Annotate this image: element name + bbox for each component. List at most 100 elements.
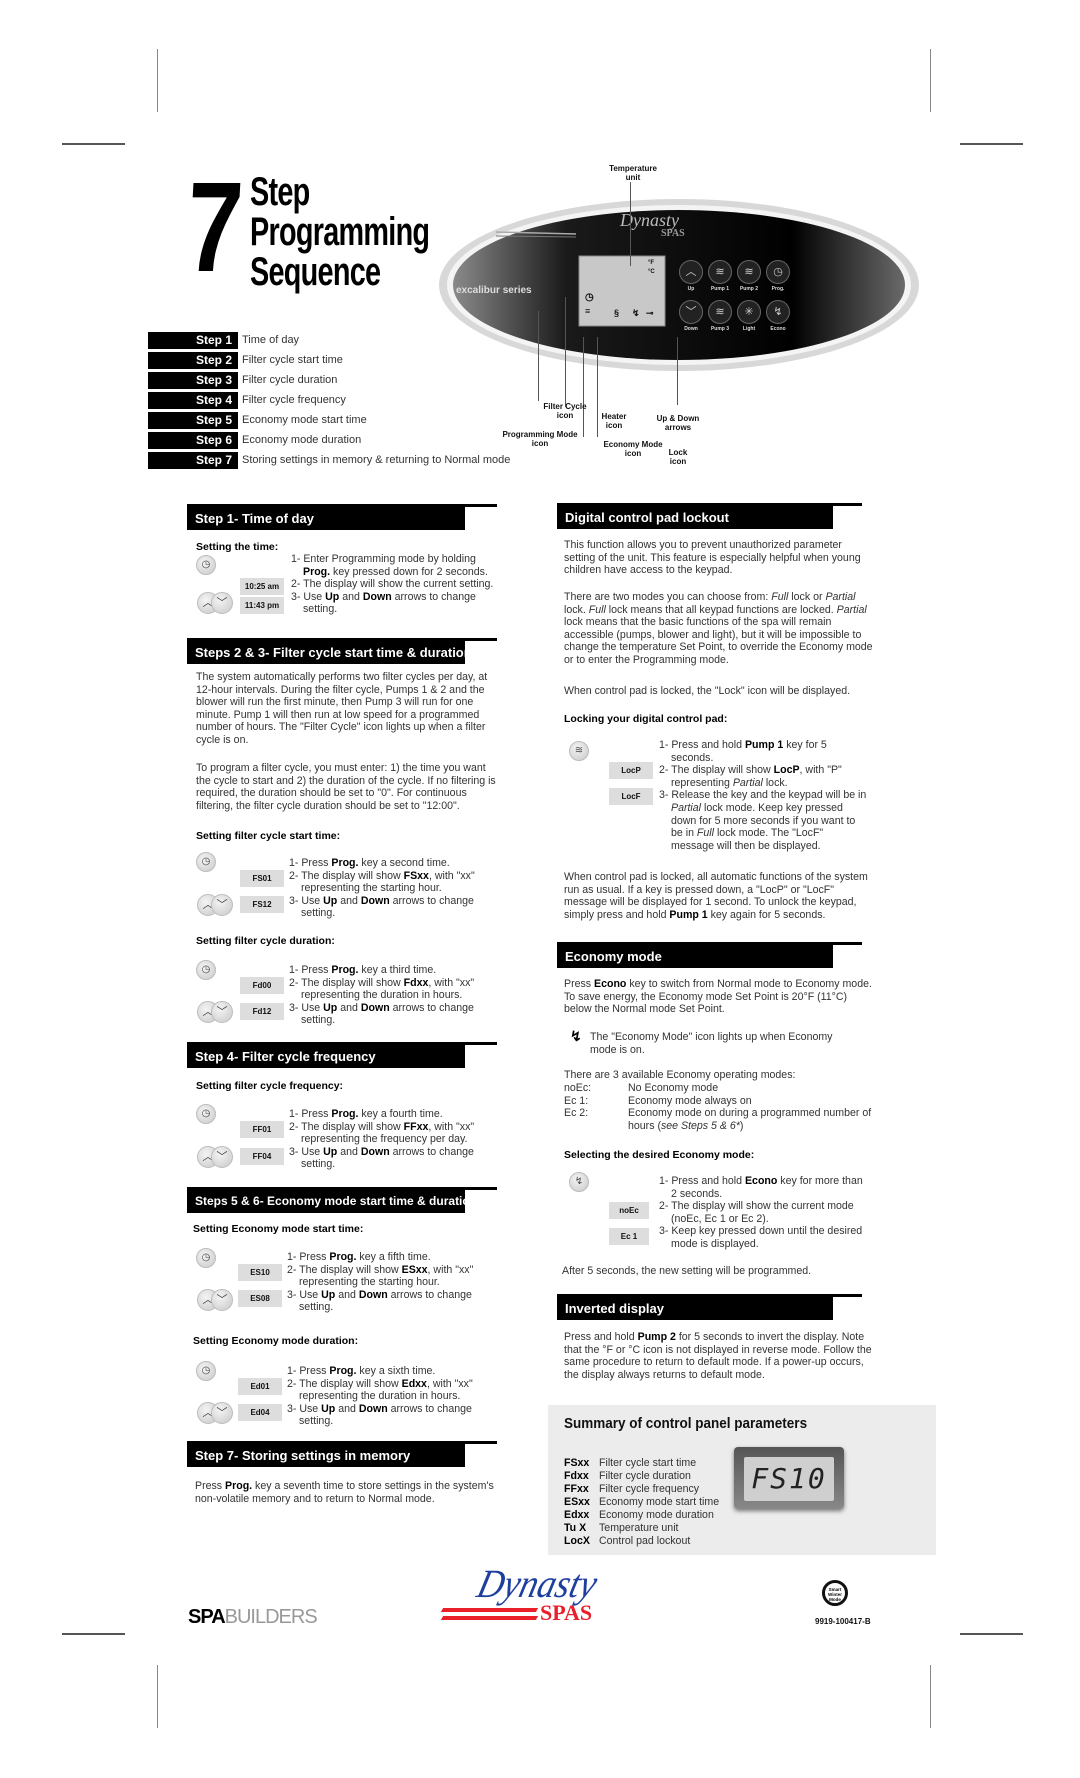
param-desc: Economy mode start time: [599, 1496, 720, 1508]
instruction-step: 2- The display will show Fdxx, with "xx"…: [289, 976, 475, 1002]
panel-button-econo[interactable]: ↯ Econo: [766, 300, 790, 332]
paragraph: After 5 seconds, the new setting will be…: [562, 1265, 812, 1277]
panel-button-pump-1[interactable]: ≋ Pump 1: [708, 260, 732, 292]
instruction-step: 3- Keep key pressed down until the desir…: [659, 1225, 863, 1250]
section-title: Steps 2 & 3- Filter cycle start time & d…: [187, 641, 472, 664]
display-chip: FS12: [240, 896, 284, 913]
summary-title: Summary of control panel parameters: [564, 1415, 808, 1432]
instructions: 1- Press Prog. key a second time. 2- The …: [289, 857, 499, 920]
step-desc: Filter cycle duration: [242, 374, 338, 386]
instruction-step: 3- Use Up and Down arrows to change sett…: [289, 894, 474, 920]
instruction-step: 2- The display will show ESxx, with "xx"…: [287, 1263, 474, 1289]
crop-mark: [960, 143, 1023, 145]
param-code: ESxx: [564, 1496, 590, 1508]
instruction-step: 2- The display will show Edxx, with "xx"…: [287, 1377, 473, 1403]
subhead: Setting the time:: [196, 541, 279, 553]
panel-button-down[interactable]: ﹀ Down: [679, 300, 703, 332]
param-code: FFxx: [564, 1483, 589, 1495]
callout-heater: Heater icon: [601, 412, 627, 430]
economy-icon: ↯: [766, 300, 790, 324]
summary-row: FFxx Filter cycle frequency: [564, 1483, 719, 1496]
panel-button-up[interactable]: ︿ Up: [679, 260, 703, 292]
panel-button-prog[interactable]: ◷ Prog.: [766, 260, 790, 292]
page-title: Step Programming Sequence: [250, 172, 430, 292]
smart-winter-mode-badge: Smart Winter Mode: [822, 1580, 848, 1606]
economy-icon: ↯: [570, 1028, 582, 1044]
prog-key-icon: ◷: [196, 1104, 216, 1124]
display-chip: FS01: [240, 870, 284, 887]
lcd-value: FS10: [744, 1457, 834, 1501]
paragraph: Press Prog. key a seventh time to store …: [195, 1480, 494, 1505]
display-chip: 10:25 am: [240, 578, 284, 595]
summary-row: Edxx Economy mode duration: [564, 1509, 719, 1522]
instruction-step: 2- The display will show FSxx, with "xx"…: [289, 869, 475, 895]
panel-button-pump-3[interactable]: ≋ Pump 3: [708, 300, 732, 332]
step-desc: Filter cycle start time: [242, 354, 343, 366]
instruction-step: 1- Press and hold Pump 1 key for 5 secon…: [659, 739, 827, 764]
instructions: 1- Press and hold Econo key for more tha…: [659, 1175, 869, 1251]
section-title: Digital control pad lockout: [557, 506, 833, 529]
mode-desc: Economy mode on during a programmed numb…: [628, 1107, 872, 1132]
pump-icon: ≋: [708, 260, 732, 284]
instruction-step: 2- The display will show the current set…: [291, 578, 494, 591]
panel-series-label: excalibur series: [456, 285, 532, 296]
instructions: 1- Press Prog. key a fifth time. 2- The d…: [287, 1251, 499, 1314]
instruction-step: 3- Use Up and Down arrows to change sett…: [291, 590, 476, 616]
section-title: Steps 5 & 6- Economy mode start time & d…: [187, 1190, 482, 1213]
callout-temperature-unit: Temperature unit: [609, 164, 657, 182]
paragraph: The "Economy Mode" icon lights up when E…: [590, 1031, 833, 1056]
crop-mark: [157, 49, 158, 112]
summary-row: FSxx Filter cycle start time: [564, 1457, 719, 1470]
prog-key-icon: ◷: [196, 1248, 216, 1268]
mode-code: Ec 1:: [564, 1094, 589, 1107]
instructions: 1- Press Prog. key a sixth time. 2- The d…: [287, 1365, 499, 1428]
instruction-step: 2- The display will show LocP, with "P" …: [659, 764, 842, 789]
instruction-step: 3- Use Up and Down arrows to change sett…: [289, 1001, 474, 1027]
heater-icon: §: [614, 308, 620, 318]
step-desc: Economy mode duration: [242, 434, 362, 446]
light-icon: ✳: [737, 300, 761, 324]
instruction-step: 3- Use Up and Down arrows to change sett…: [289, 1145, 474, 1171]
instructions: 1- Press Prog. key a third time. 2- The d…: [289, 964, 499, 1027]
instructions: 1- Press Prog. key a fourth time. 2- The …: [289, 1108, 499, 1171]
panel-button-light[interactable]: ✳ Light: [737, 300, 761, 332]
paragraph: This function allows you to prevent unau…: [564, 539, 861, 577]
param-code: LocX: [564, 1535, 590, 1547]
instruction-step: 1- Press Prog. key a third time.: [289, 964, 437, 976]
panel-button-pump-2[interactable]: ≋ Pump 2: [737, 260, 761, 292]
crop-mark: [157, 1665, 158, 1728]
display-chip: Ed04: [238, 1404, 282, 1421]
logo-stripe: [440, 1616, 539, 1620]
up-down-keys-icon: ︿ ﹀: [197, 1289, 237, 1311]
param-code: Fdxx: [564, 1470, 589, 1482]
dynasty-spas-logo: Dynasty SPAS: [440, 1560, 622, 1630]
step-desc: Economy mode start time: [242, 414, 367, 426]
leader-line: [677, 337, 678, 405]
document-code: 9919-100417-B: [815, 1617, 871, 1626]
leader-line: [583, 337, 584, 437]
title-number: 7: [182, 156, 244, 299]
instruction-step: 1- Press Prog. key a second time.: [289, 857, 450, 869]
summary-row: ESxx Economy mode start time: [564, 1496, 719, 1509]
econo-key-icon: ↯: [569, 1172, 589, 1192]
logo-spas: SPAS: [540, 1600, 593, 1625]
panel-button-label: Pump 1: [710, 286, 730, 292]
paragraph: To program a filter cycle, you must ente…: [196, 762, 496, 812]
panel-button-label: Prog.: [771, 286, 785, 292]
instruction-step: 1- Press Prog. key a fourth time.: [289, 1108, 443, 1120]
display-chip: Fd12: [240, 1003, 284, 1020]
temp-f-label: °F: [648, 260, 655, 266]
step-row: Step 7 Storing settings in memory & retur…: [148, 450, 510, 470]
step-desc: Filter cycle frequency: [242, 394, 346, 406]
instruction-step: 3- Use Up and Down arrows to change sett…: [287, 1288, 472, 1314]
instructions: 1- Press and hold Pump 1 key for 5 secon…: [659, 739, 869, 852]
step-row: Step 6 Economy mode duration: [148, 430, 510, 450]
instruction-step: 1- Press Prog. key a fifth time.: [287, 1251, 431, 1263]
spabuilders-logo: SPABUILDERS: [188, 1606, 318, 1629]
step-tag: Step 4: [148, 391, 238, 409]
display-chip: noEc: [609, 1202, 649, 1219]
instructions: 1- Enter Programming mode by holding Pro…: [291, 553, 501, 616]
logo-bold: SPA: [188, 1606, 226, 1628]
instruction-step: 3- Release the key and the keypad will b…: [659, 789, 867, 852]
param-desc: Control pad lockout: [599, 1535, 691, 1547]
